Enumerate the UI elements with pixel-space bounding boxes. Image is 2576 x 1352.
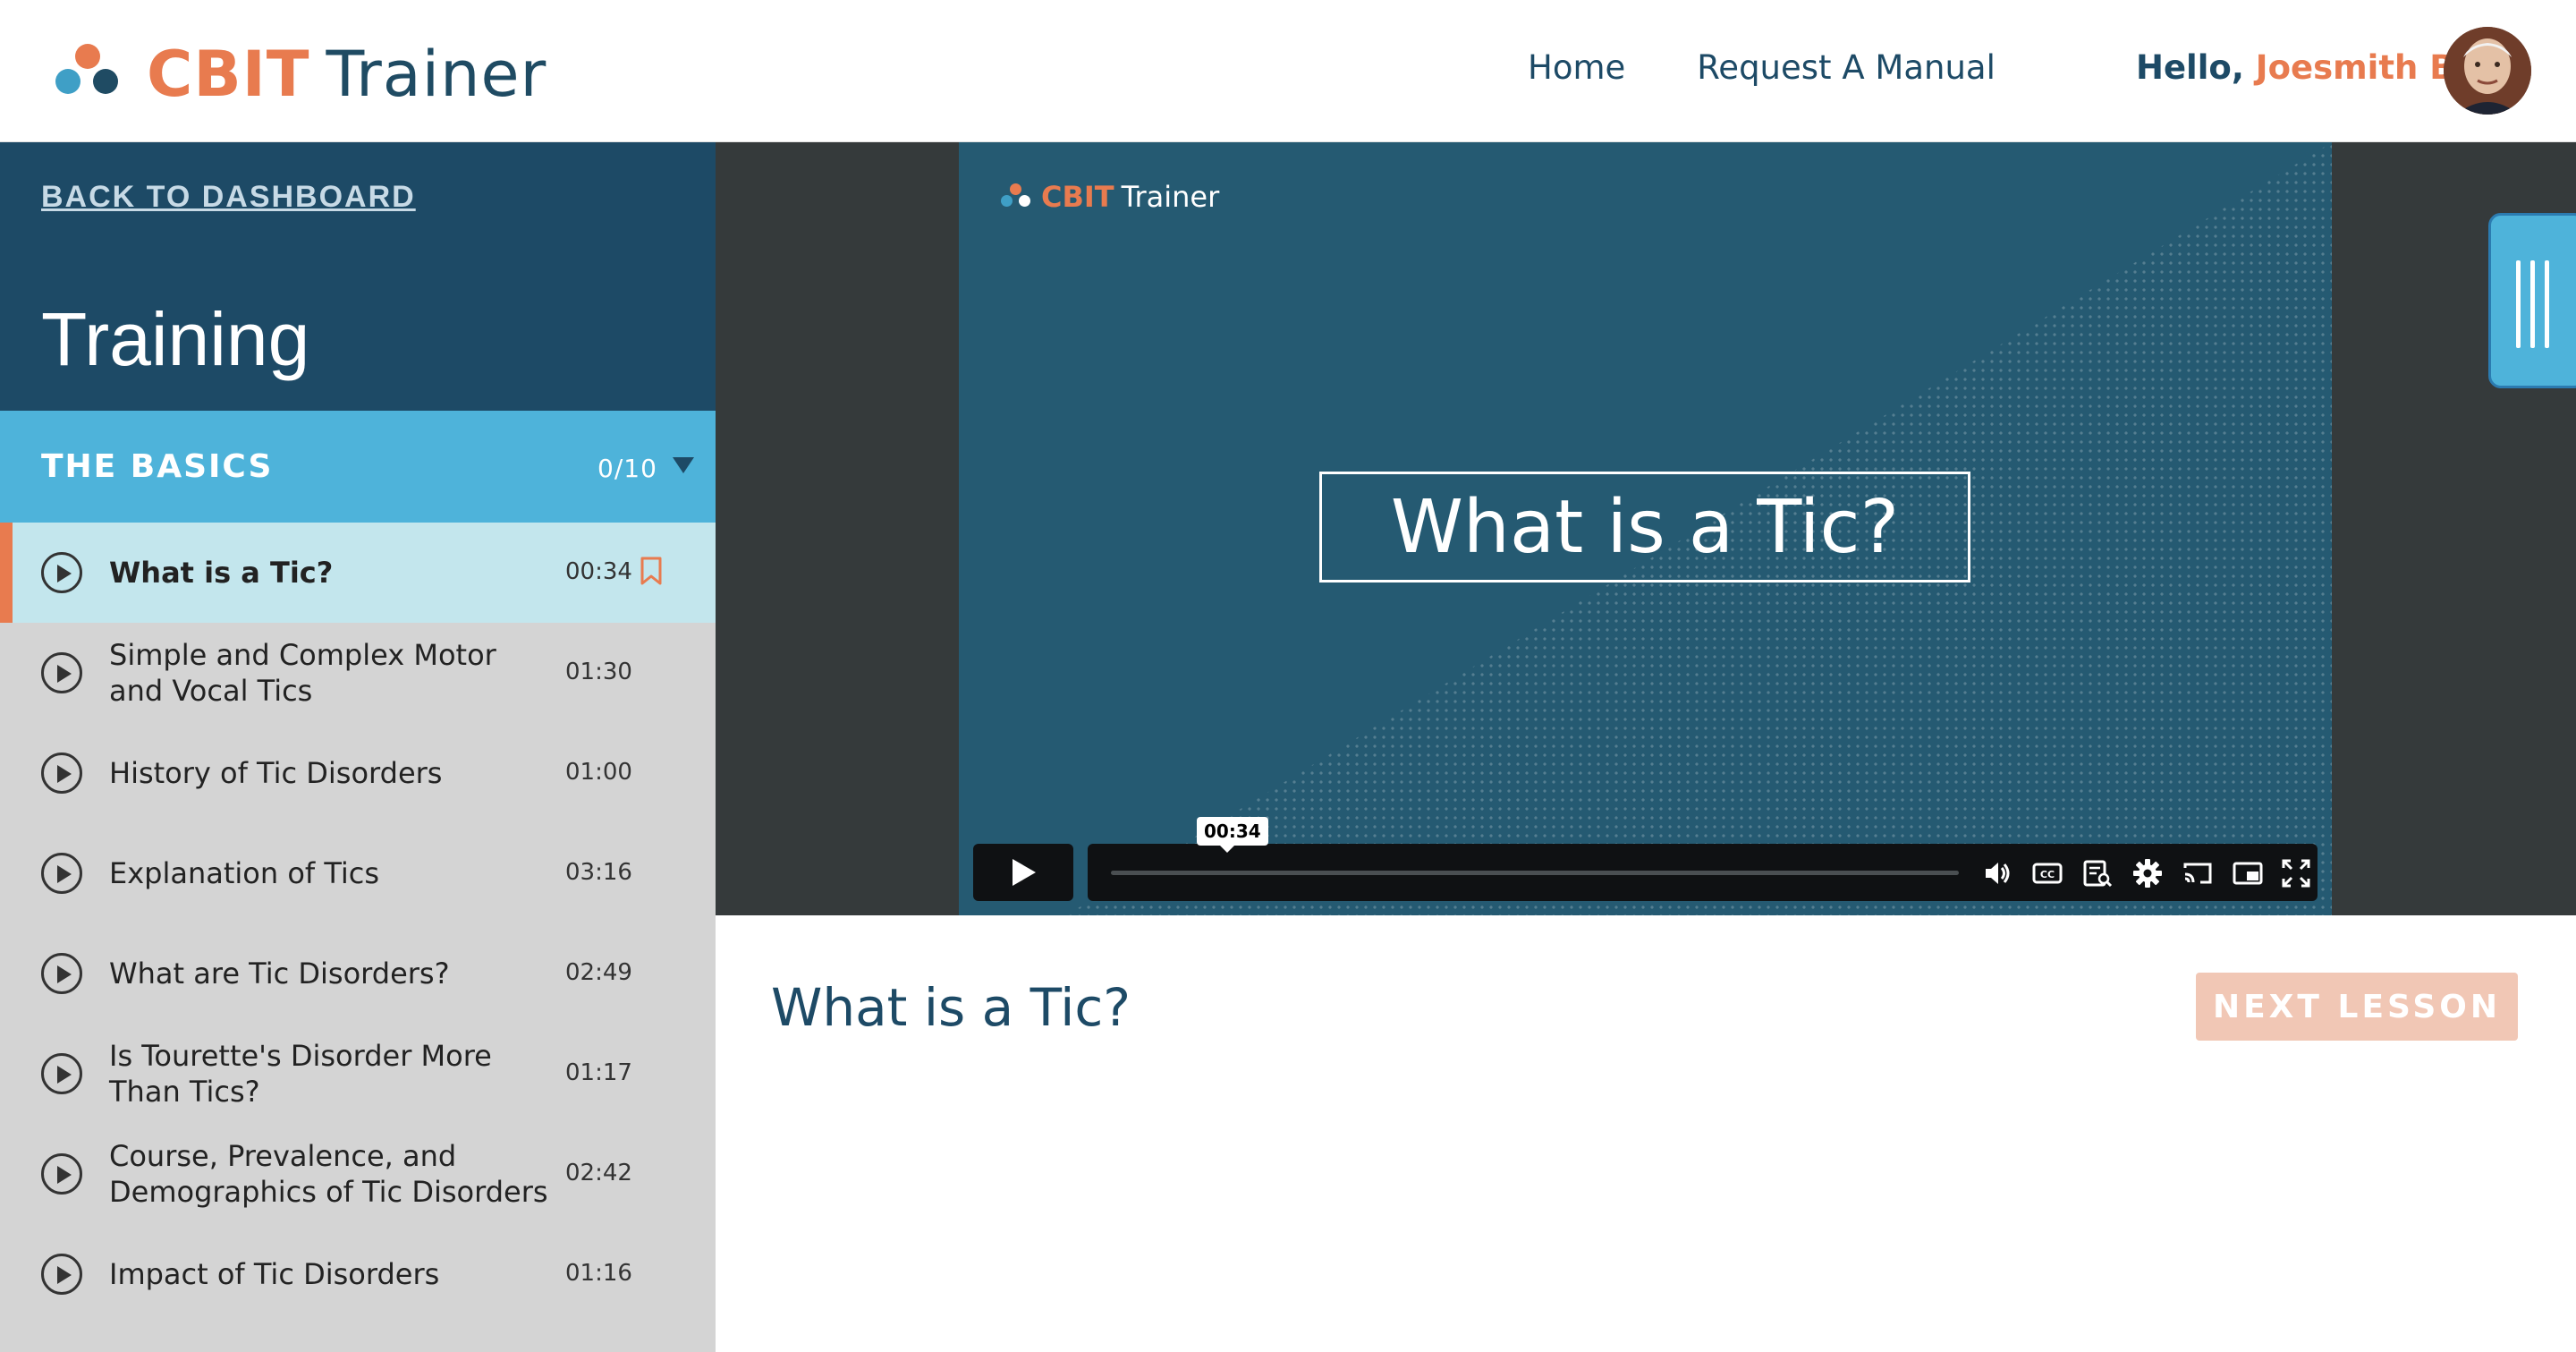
- lesson-item[interactable]: Impact of Tic Disorders 01:16: [0, 1224, 716, 1324]
- lesson-duration: 02:42: [565, 1160, 632, 1186]
- play-circle-icon[interactable]: [41, 953, 82, 994]
- video-controls: 00:34 CC: [973, 817, 2318, 901]
- next-lesson-button[interactable]: NEXT LESSON: [2196, 973, 2518, 1041]
- logo-dots-icon: [52, 42, 123, 106]
- sidebar-header: BACK TO DASHBOARD Training: [0, 142, 716, 411]
- lesson-title: What is a Tic?: [109, 556, 334, 590]
- lesson-duration: 00:34: [565, 558, 632, 585]
- play-circle-icon[interactable]: [41, 753, 82, 794]
- main-nav: Home Request A Manual: [1528, 48, 2067, 87]
- user-name[interactable]: Joesmith B.: [2256, 48, 2468, 87]
- lesson-item[interactable]: Is Tourette's Disorder More Than Tics? 0…: [0, 1024, 716, 1124]
- lesson-heading: What is a Tic?: [771, 977, 1131, 1038]
- lesson-item[interactable]: Simple and Complex Motor and Vocal Tics …: [0, 623, 716, 723]
- captions-icon[interactable]: CC: [2030, 856, 2064, 890]
- cbit-trainer-logo[interactable]: CBIT Trainer: [52, 38, 547, 111]
- user-greeting: Hello, Joesmith B.: [2136, 48, 2468, 87]
- volume-icon[interactable]: [1980, 856, 2014, 890]
- lesson-duration: 03:16: [565, 859, 632, 886]
- video-player-area: CBIT Trainer What is a Tic? 00:34 CC: [716, 142, 2576, 915]
- transcript-icon[interactable]: [2080, 856, 2114, 890]
- caret-down-icon[interactable]: [673, 457, 694, 473]
- play-circle-icon[interactable]: [41, 552, 82, 593]
- nav-home-link[interactable]: Home: [1528, 48, 1625, 87]
- svg-text:CC: CC: [2040, 869, 2055, 880]
- lesson-title: Course, Prevalence, and Demographics of …: [109, 1139, 548, 1209]
- video-player[interactable]: CBIT Trainer What is a Tic? 00:34 CC: [959, 142, 2332, 915]
- section-progress: 0/10: [597, 454, 657, 483]
- lesson-duration: 01:16: [565, 1260, 632, 1287]
- bookmark-icon[interactable]: [640, 557, 662, 585]
- lesson-title: Simple and Complex Motor and Vocal Tics: [109, 638, 496, 708]
- back-to-dashboard-link[interactable]: BACK TO DASHBOARD: [41, 180, 416, 215]
- lesson-item[interactable]: Course, Prevalence, and Demographics of …: [0, 1124, 716, 1224]
- lesson-sidebar: BACK TO DASHBOARD Training THE BASICS 0/…: [0, 142, 716, 1352]
- lesson-duration: 02:49: [565, 959, 632, 986]
- fullscreen-icon[interactable]: [2279, 856, 2313, 890]
- site-header: CBIT Trainer Home Request A Manual Hello,…: [0, 0, 2576, 142]
- lesson-duration: 01:17: [565, 1059, 632, 1086]
- logo-dots-icon: [1000, 183, 1032, 210]
- slide-title: What is a Tic?: [1319, 472, 1970, 582]
- lesson-duration: 01:00: [565, 759, 632, 786]
- play-button[interactable]: [973, 844, 1073, 901]
- play-circle-icon[interactable]: [41, 853, 82, 894]
- section-name: THE BASICS: [41, 448, 274, 485]
- play-circle-icon[interactable]: [41, 1053, 82, 1094]
- section-header-the-basics[interactable]: THE BASICS 0/10: [0, 411, 716, 523]
- play-circle-icon[interactable]: [41, 652, 82, 693]
- avatar[interactable]: [2444, 27, 2531, 115]
- lesson-title: What are Tic Disorders?: [109, 957, 450, 991]
- play-circle-icon[interactable]: [41, 1153, 82, 1195]
- lesson-item[interactable]: What is a Tic? 00:34: [0, 523, 716, 623]
- lesson-title: Impact of Tic Disorders: [109, 1257, 440, 1291]
- side-panel-toggle[interactable]: [2488, 213, 2576, 388]
- time-tooltip: 00:34: [1197, 817, 1268, 853]
- lesson-title: Explanation of Tics: [109, 856, 380, 890]
- lesson-item[interactable]: What are Tic Disorders? 02:49: [0, 923, 716, 1024]
- greeting-prefix: Hello,: [2136, 48, 2244, 87]
- sidebar-title: Training: [41, 297, 310, 381]
- lesson-item[interactable]: Explanation of Tics 03:16: [0, 823, 716, 923]
- logo-trainer-text: Trainer: [326, 38, 547, 111]
- video-logo: CBIT Trainer: [1000, 180, 1219, 214]
- progress-scrubber[interactable]: [1111, 871, 1959, 875]
- control-bar: 00:34 CC: [1088, 817, 2318, 901]
- nav-request-manual-link[interactable]: Request A Manual: [1697, 48, 1996, 87]
- video-logo-trainer: Trainer: [1121, 180, 1220, 214]
- video-logo-cbit: CBIT: [1041, 180, 1114, 214]
- lesson-duration: 01:30: [565, 659, 632, 685]
- logo-cbit-text: CBIT: [147, 38, 310, 111]
- cast-icon[interactable]: [2181, 856, 2215, 890]
- lesson-title: Is Tourette's Disorder More Than Tics?: [109, 1039, 492, 1109]
- lesson-item[interactable]: History of Tic Disorders 01:00: [0, 723, 716, 823]
- lesson-title: History of Tic Disorders: [109, 756, 443, 790]
- settings-icon[interactable]: [2131, 856, 2165, 890]
- pip-icon[interactable]: [2231, 856, 2265, 890]
- play-circle-icon[interactable]: [41, 1254, 82, 1295]
